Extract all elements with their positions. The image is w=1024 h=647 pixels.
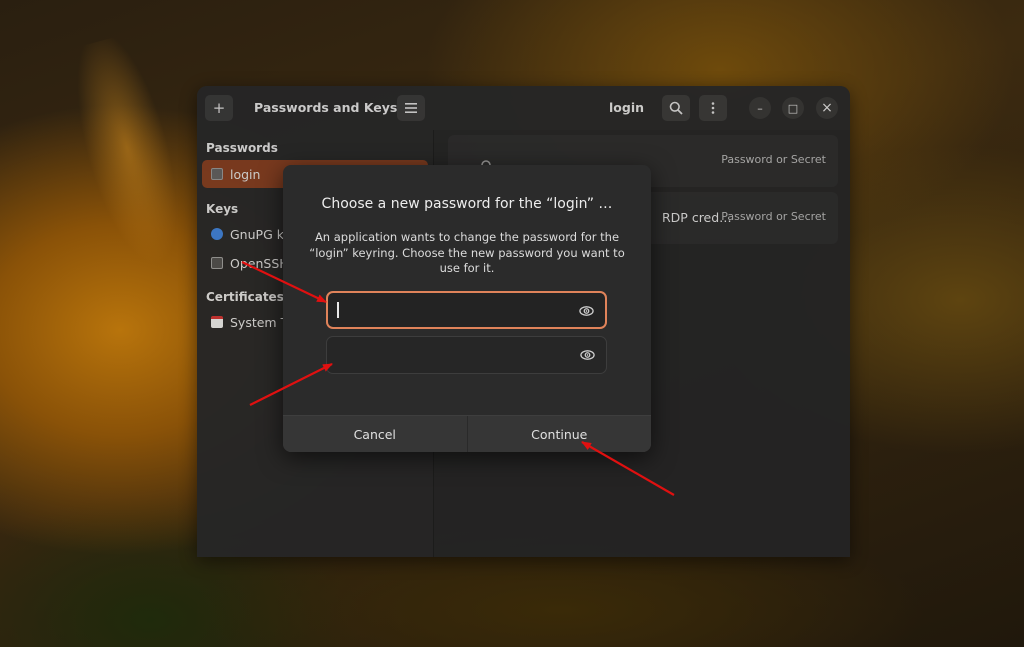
show-password-icon[interactable] bbox=[580, 348, 595, 362]
continue-button[interactable]: Continue bbox=[466, 416, 651, 452]
dialog-actions: Cancel Continue bbox=[283, 415, 651, 452]
close-icon: × bbox=[821, 100, 833, 116]
new-password-input[interactable] bbox=[338, 293, 568, 327]
sidebar-item-label: login bbox=[230, 166, 261, 182]
confirm-password-input[interactable] bbox=[337, 337, 567, 373]
keys-heading: Keys bbox=[206, 202, 239, 216]
maximize-button[interactable]: □ bbox=[782, 97, 804, 119]
app-title: Passwords and Keys bbox=[254, 100, 398, 115]
keyring-icon bbox=[211, 168, 223, 180]
minimize-button[interactable]: – bbox=[749, 97, 771, 119]
sidebar-item-label: OpenSSH bbox=[230, 255, 289, 271]
item-type: Password or Secret bbox=[721, 153, 826, 166]
search-button[interactable] bbox=[662, 95, 690, 121]
gnupg-key-icon bbox=[211, 228, 223, 240]
add-button[interactable]: + bbox=[205, 95, 233, 121]
close-button[interactable]: × bbox=[816, 97, 838, 119]
plus-icon: + bbox=[212, 99, 226, 117]
cancel-button[interactable]: Cancel bbox=[283, 416, 467, 452]
maximize-icon: □ bbox=[787, 101, 799, 115]
main-menu-button[interactable] bbox=[397, 95, 425, 121]
minimize-icon: – bbox=[757, 101, 763, 115]
search-icon bbox=[669, 101, 683, 115]
hamburger-icon bbox=[405, 103, 417, 113]
dialog-title: Choose a new password for the “login” … bbox=[321, 196, 613, 212]
show-password-icon[interactable] bbox=[579, 304, 594, 318]
vertical-dots-icon bbox=[711, 102, 715, 114]
sidebar-item-label: System T bbox=[230, 314, 289, 330]
passwords-heading: Passwords bbox=[206, 141, 278, 155]
change-password-dialog: Choose a new password for the “login” … … bbox=[283, 165, 651, 452]
header-bar: + Passwords and Keys login – □ × bbox=[197, 86, 850, 130]
item-type: Password or Secret bbox=[721, 210, 826, 223]
new-password-field[interactable] bbox=[326, 291, 607, 329]
content-title: login bbox=[609, 100, 645, 115]
more-options-button[interactable] bbox=[699, 95, 727, 121]
ssh-key-icon bbox=[211, 257, 223, 269]
dialog-message: An application wants to change the passw… bbox=[309, 230, 625, 275]
certificates-heading: Certificates bbox=[206, 290, 284, 304]
confirm-password-field[interactable] bbox=[326, 336, 607, 374]
certificate-icon bbox=[211, 316, 223, 328]
